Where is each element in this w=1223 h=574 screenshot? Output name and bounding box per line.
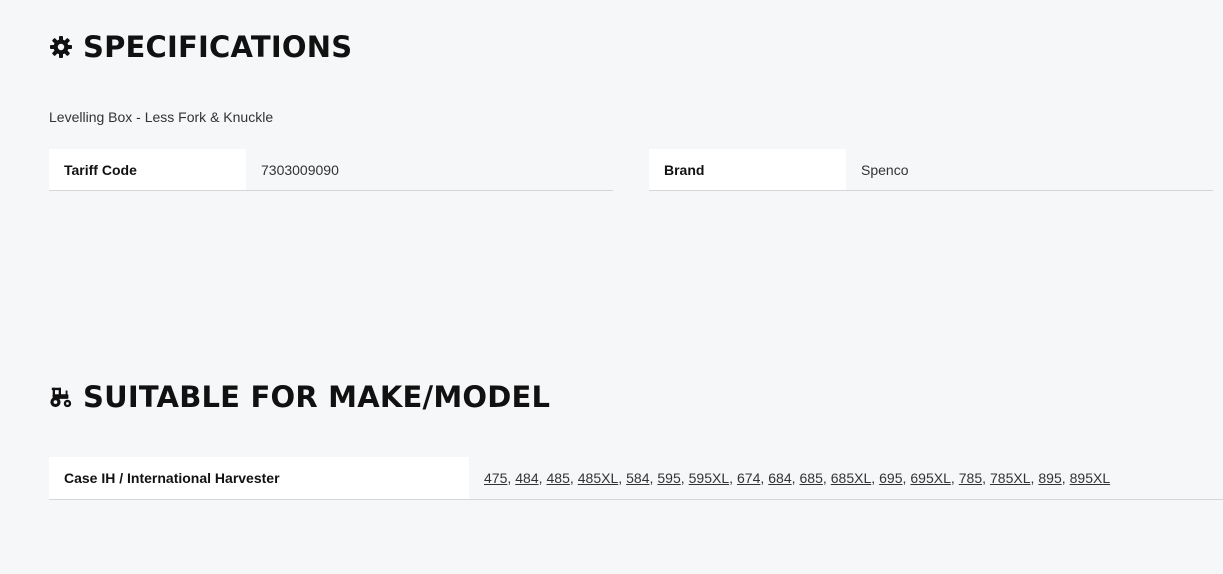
- model-links: 475, 484, 485, 485XL, 584, 595, 595XL, 674, 684,…: [469, 457, 1223, 499]
- model-separator: ,: [982, 470, 986, 486]
- model-separator: ,: [649, 470, 654, 486]
- model-separator: ,: [680, 470, 685, 486]
- make-model-row: Case IH / International Harvester 475, 48…: [49, 457, 1223, 500]
- model-link-895xl[interactable]: 895XL: [1070, 470, 1110, 486]
- model-link-684[interactable]: 684: [768, 470, 791, 486]
- model-separator: ,: [507, 470, 512, 486]
- suitable-for-heading: SUITABLE FOR MAKE/MODEL: [49, 380, 550, 414]
- spec-row-tariff-code: Tariff Code 7303009090: [49, 149, 613, 191]
- model-link-785[interactable]: 785: [959, 470, 982, 486]
- model-separator: ,: [569, 470, 574, 486]
- model-link-485[interactable]: 485: [547, 470, 570, 486]
- model-separator: ,: [791, 470, 796, 486]
- page: SPECIFICATIONS Levelling Box - Less Fork…: [0, 0, 1223, 574]
- model-link-695xl[interactable]: 695XL: [910, 470, 950, 486]
- model-separator: ,: [1030, 470, 1035, 486]
- model-link-484[interactable]: 484: [515, 470, 538, 486]
- model-separator: ,: [1061, 470, 1066, 486]
- gear-icon: [49, 35, 73, 59]
- model-separator: ,: [538, 470, 543, 486]
- model-link-595[interactable]: 595: [657, 470, 680, 486]
- spec-value: Spenco: [861, 161, 909, 178]
- model-separator: ,: [729, 470, 733, 486]
- spec-row-brand: Brand Spenco: [649, 149, 1213, 191]
- spec-value: 7303009090: [261, 161, 339, 178]
- model-link-785xl[interactable]: 785XL: [990, 470, 1030, 486]
- model-separator: ,: [760, 470, 765, 486]
- suitable-for-heading-text: SUITABLE FOR MAKE/MODEL: [83, 380, 551, 414]
- spec-label: Tariff Code: [49, 149, 246, 190]
- model-separator: ,: [902, 470, 907, 486]
- model-separator: ,: [822, 470, 827, 486]
- model-separator: ,: [950, 470, 955, 486]
- model-link-475[interactable]: 475: [484, 470, 507, 486]
- model-link-584[interactable]: 584: [626, 470, 649, 486]
- model-link-895[interactable]: 895: [1038, 470, 1061, 486]
- model-link-485xl[interactable]: 485XL: [578, 470, 618, 486]
- model-link-685xl[interactable]: 685XL: [831, 470, 871, 486]
- model-link-595xl[interactable]: 595XL: [689, 470, 729, 486]
- model-link-674[interactable]: 674: [737, 470, 760, 486]
- spec-label: Brand: [649, 149, 846, 190]
- model-link-685[interactable]: 685: [800, 470, 823, 486]
- model-separator: ,: [871, 470, 876, 486]
- specifications-heading: SPECIFICATIONS: [49, 30, 352, 64]
- tractor-icon: [49, 385, 73, 409]
- model-link-695[interactable]: 695: [879, 470, 902, 486]
- product-description: Levelling Box - Less Fork & Knuckle: [49, 109, 274, 125]
- model-separator: ,: [618, 470, 623, 486]
- specifications-heading-text: SPECIFICATIONS: [83, 30, 353, 64]
- make-label: Case IH / International Harvester: [49, 457, 469, 499]
